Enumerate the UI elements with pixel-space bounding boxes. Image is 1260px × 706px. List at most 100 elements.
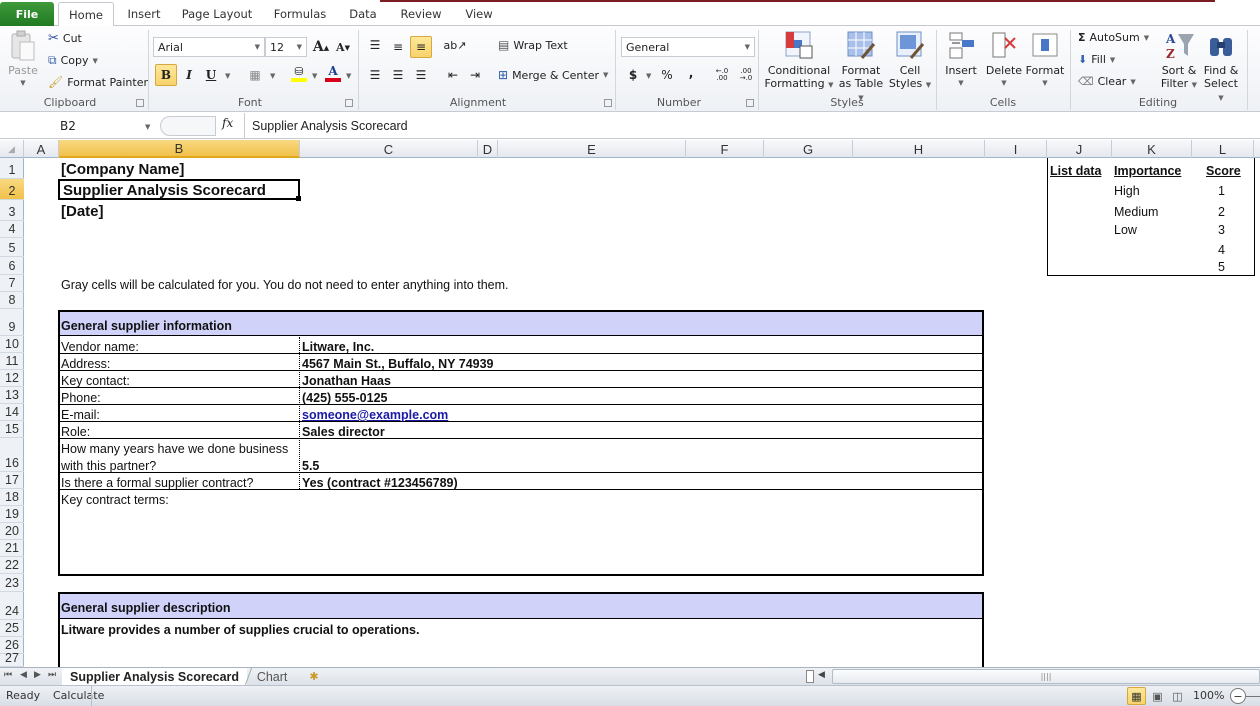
italic-button[interactable]: I xyxy=(178,64,200,86)
decrease-indent-button[interactable]: ⇤ xyxy=(442,64,464,86)
prev-sheet-icon[interactable]: ◀ xyxy=(20,670,27,680)
tab-insert[interactable]: Insert xyxy=(118,2,170,26)
row-header[interactable]: 2 xyxy=(0,179,24,200)
row-header[interactable]: 8 xyxy=(0,292,24,309)
center-button[interactable]: ☰ xyxy=(387,64,409,86)
increase-indent-button[interactable]: ⇥ xyxy=(464,64,486,86)
align-right-button[interactable]: ☰ xyxy=(410,64,432,86)
cell-styles-button[interactable]: Cell Styles ▼ xyxy=(888,30,932,92)
currency-button[interactable]: $ xyxy=(622,64,644,86)
conditional-formatting-button[interactable]: Conditional Formatting ▼ xyxy=(764,30,834,92)
column-header-l[interactable]: L xyxy=(1192,140,1254,158)
column-header-b[interactable]: B xyxy=(59,140,300,158)
align-left-button[interactable]: ☰ xyxy=(364,64,386,86)
format-painter-button[interactable]: 🖌 Format Painter xyxy=(48,75,148,89)
fill-button[interactable]: ⬇ Fill ▼ xyxy=(1078,53,1115,66)
zoom-level[interactable]: 100% xyxy=(1193,689,1224,702)
file-tab[interactable]: File xyxy=(0,2,54,26)
row-header[interactable]: 14 xyxy=(0,404,24,421)
row-header[interactable]: 3 xyxy=(0,200,24,221)
format-as-table-button[interactable]: Format as Table ▼ xyxy=(835,30,887,105)
font-launcher-icon[interactable] xyxy=(345,99,353,107)
column-header-f[interactable]: F xyxy=(686,140,764,158)
font-name-combo[interactable]: Arial ▼ xyxy=(153,37,265,57)
row-header[interactable]: 1 xyxy=(0,158,24,179)
insert-sheet-button[interactable]: ✱ xyxy=(300,668,328,685)
sheet-tab-active[interactable]: Supplier Analysis Scorecard xyxy=(62,668,248,685)
first-sheet-icon[interactable]: ⏮ xyxy=(4,670,12,680)
insert-function-button[interactable]: fx xyxy=(222,116,233,130)
fill-dropdown-icon[interactable]: ▼ xyxy=(312,72,317,80)
column-header-h[interactable]: H xyxy=(853,140,985,158)
role-value[interactable]: Sales director xyxy=(302,422,385,439)
row-header[interactable]: 5 xyxy=(0,238,24,257)
row-header[interactable]: 7 xyxy=(0,275,24,292)
row-header[interactable]: 19 xyxy=(0,506,24,523)
cut-button[interactable]: ✂ Cut xyxy=(48,31,82,46)
grow-font-button[interactable]: A ▲ xyxy=(310,36,332,58)
clipboard-launcher-icon[interactable] xyxy=(136,99,144,107)
delete-cells-button[interactable]: Delete ▼ xyxy=(984,30,1024,90)
row-header[interactable]: 23 xyxy=(0,574,24,592)
number-format-combo[interactable]: General ▼ xyxy=(621,37,755,57)
middle-align-button[interactable]: ≡ xyxy=(387,36,409,58)
name-box-dropdown-icon[interactable]: ▼ xyxy=(145,123,150,131)
tab-split-handle[interactable] xyxy=(806,670,814,683)
select-all-corner[interactable]: ◢ xyxy=(0,140,24,158)
row-header[interactable]: 18 xyxy=(0,489,24,506)
years-value[interactable]: 5.5 xyxy=(302,456,319,473)
formula-input[interactable]: Supplier Analysis Scorecard xyxy=(244,113,1260,139)
format-cells-button[interactable]: Format ▼ xyxy=(1024,30,1066,90)
column-header-k[interactable]: K xyxy=(1112,140,1192,158)
tab-view[interactable]: View xyxy=(456,2,502,26)
shrink-font-button[interactable]: A ▼ xyxy=(332,36,354,58)
decrease-decimal-button[interactable]: .00 →.0 xyxy=(735,64,757,86)
row-header[interactable]: 27 xyxy=(0,651,24,667)
row-header[interactable]: 20 xyxy=(0,523,24,540)
column-header-d[interactable]: D xyxy=(478,140,498,158)
borders-button[interactable]: ▦ xyxy=(244,64,266,86)
address-value[interactable]: 4567 Main St., Buffalo, NY 74939 xyxy=(302,354,494,371)
comma-button[interactable]: , xyxy=(680,62,702,84)
percent-button[interactable]: % xyxy=(656,64,678,86)
page-layout-view-button[interactable]: ▣ xyxy=(1148,687,1167,705)
last-sheet-icon[interactable]: ⏭ xyxy=(48,670,56,680)
row-header[interactable]: 9 xyxy=(0,309,24,336)
zoom-out-button[interactable]: − xyxy=(1230,688,1246,704)
tab-data[interactable]: Data xyxy=(340,2,386,26)
tab-home[interactable]: Home xyxy=(58,2,114,27)
tab-page-layout[interactable]: Page Layout xyxy=(176,2,258,26)
row-header[interactable]: 16 xyxy=(0,438,24,472)
currency-dropdown-icon[interactable]: ▼ xyxy=(646,72,651,80)
row-header[interactable]: 4 xyxy=(0,221,24,238)
row-header[interactable]: 22 xyxy=(0,557,24,574)
number-launcher-icon[interactable] xyxy=(746,99,754,107)
borders-dropdown-icon[interactable]: ▼ xyxy=(270,72,275,80)
font-size-combo[interactable]: 12 ▼ xyxy=(265,37,307,57)
normal-view-button[interactable]: ▦ xyxy=(1127,687,1146,705)
page-break-view-button[interactable]: ◫ xyxy=(1168,687,1187,705)
alignment-launcher-icon[interactable] xyxy=(604,99,612,107)
column-header-i[interactable]: I xyxy=(985,140,1047,158)
row-header[interactable]: 10 xyxy=(0,336,24,353)
row-header[interactable]: 17 xyxy=(0,472,24,489)
increase-decimal-button[interactable]: ←.0 .00 xyxy=(711,64,733,86)
underline-button[interactable]: U xyxy=(200,64,222,86)
insert-cells-button[interactable]: Insert ▼ xyxy=(940,30,982,90)
formula-expand-handle[interactable] xyxy=(160,116,216,136)
tab-formulas[interactable]: Formulas xyxy=(266,2,334,26)
row-header[interactable]: 11 xyxy=(0,353,24,370)
column-header-c[interactable]: C xyxy=(300,140,478,158)
top-align-button[interactable]: ☰ xyxy=(364,34,386,56)
copy-button[interactable]: ⧉ Copy ▼ xyxy=(48,53,98,68)
tab-review[interactable]: Review xyxy=(394,2,448,26)
bold-button[interactable]: B xyxy=(155,64,177,86)
font-color-dropdown-icon[interactable]: ▼ xyxy=(346,72,351,80)
paste-button[interactable]: Paste ▼ xyxy=(4,30,42,90)
row-header[interactable]: 15 xyxy=(0,421,24,438)
row-header[interactable]: 21 xyxy=(0,540,24,557)
column-header-g[interactable]: G xyxy=(764,140,853,158)
clear-button[interactable]: ⌫ Clear ▼ xyxy=(1078,75,1136,88)
row-header[interactable]: 6 xyxy=(0,257,24,275)
company-name-cell[interactable]: [Company Name] xyxy=(61,158,184,178)
